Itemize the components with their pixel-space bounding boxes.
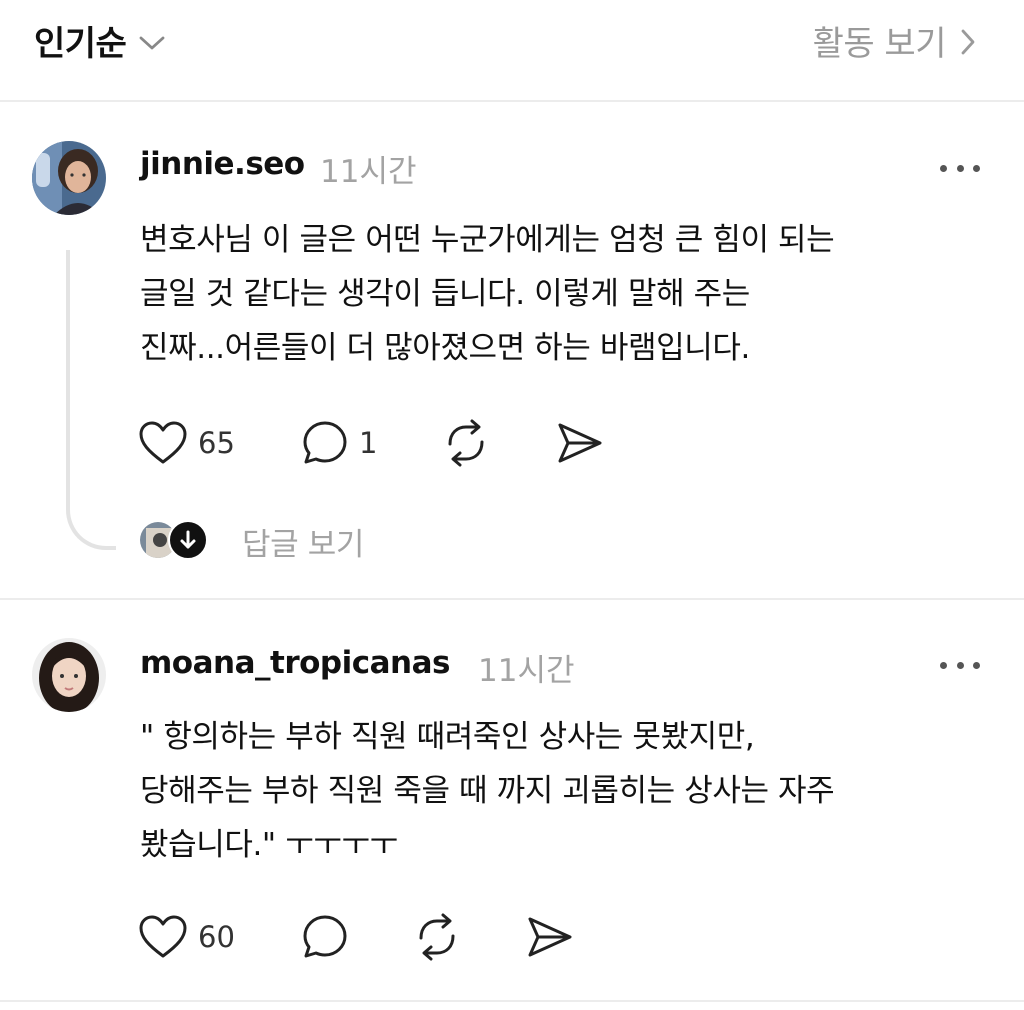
- view-replies-button[interactable]: 답글 보기: [138, 518, 364, 564]
- comment-line: " 항의하는 부하 직원 때려죽인 상사는 못봤지만,: [140, 719, 755, 755]
- comment-line: 변호사님 이 글은 어떤 누군가에게는 엄청 큰 힘이 되는: [140, 222, 835, 258]
- reply-count: 1: [359, 426, 378, 460]
- chevron-down-icon: [139, 36, 165, 49]
- sort-dropdown[interactable]: 인기순: [34, 16, 166, 65]
- heart-icon: [139, 421, 187, 464]
- timestamp: 11시간: [478, 653, 575, 689]
- reply-button[interactable]: [301, 912, 349, 962]
- send-icon: [558, 423, 602, 463]
- divider: [0, 1000, 1024, 1002]
- comment-bubble-icon: [303, 421, 347, 464]
- sort-label: 인기순: [34, 24, 127, 64]
- send-icon: [528, 917, 572, 957]
- comment-line: 글일 것 같다는 생각이 듭니다. 이렇게 말해 주는: [140, 276, 750, 312]
- chevron-right-icon: [961, 29, 975, 54]
- top-bar: 인기순 활동 보기: [0, 0, 1024, 100]
- view-replies-label: 답글 보기: [242, 526, 364, 563]
- repost-icon: [419, 913, 455, 961]
- comment-body: 변호사님 이 글은 어떤 누군가에게는 엄청 큰 힘이 되는 글일 것 같다는 …: [140, 213, 990, 375]
- reply-button[interactable]: 1: [301, 418, 377, 468]
- comment-line: 봤습니다." ㅜㅜㅜㅜ: [140, 827, 398, 863]
- like-button[interactable]: 60: [138, 912, 235, 962]
- divider: [0, 598, 1024, 600]
- share-button[interactable]: [556, 418, 604, 468]
- comment-bubble-icon: [303, 915, 347, 958]
- heart-icon: [139, 915, 187, 958]
- like-count: 60: [198, 920, 235, 954]
- reply-avatars: [138, 518, 210, 564]
- repost-button[interactable]: [441, 418, 491, 468]
- arrow-down-icon: [168, 520, 208, 560]
- more-horizontal-icon: [940, 164, 980, 172]
- avatar[interactable]: [32, 141, 106, 215]
- username[interactable]: moana_tropicanas: [140, 645, 450, 681]
- username[interactable]: jinnie.seo: [140, 146, 305, 182]
- more-options-button[interactable]: [940, 158, 980, 178]
- comment-body: " 항의하는 부하 직원 때려죽인 상사는 못봤지만, 당해주는 부하 직원 죽…: [140, 710, 990, 872]
- comment-line: 진짜...어른들이 더 많아졌으면 하는 바램입니다.: [140, 330, 750, 366]
- like-count: 65: [198, 426, 235, 460]
- avatar[interactable]: [32, 638, 106, 712]
- repost-button[interactable]: [412, 912, 462, 962]
- more-options-button[interactable]: [940, 655, 980, 675]
- activity-label: 활동 보기: [812, 24, 947, 64]
- view-activity-link[interactable]: 활동 보기: [813, 16, 976, 65]
- share-button[interactable]: [526, 912, 574, 962]
- timestamp: 11시간: [320, 154, 417, 190]
- repost-icon: [448, 419, 484, 467]
- comment-line: 당해주는 부하 직원 죽을 때 까지 괴롭히는 상사는 자주: [140, 773, 835, 809]
- divider: [0, 100, 1024, 102]
- more-horizontal-icon: [940, 661, 980, 669]
- like-button[interactable]: 65: [138, 418, 235, 468]
- thread-line: [66, 250, 116, 550]
